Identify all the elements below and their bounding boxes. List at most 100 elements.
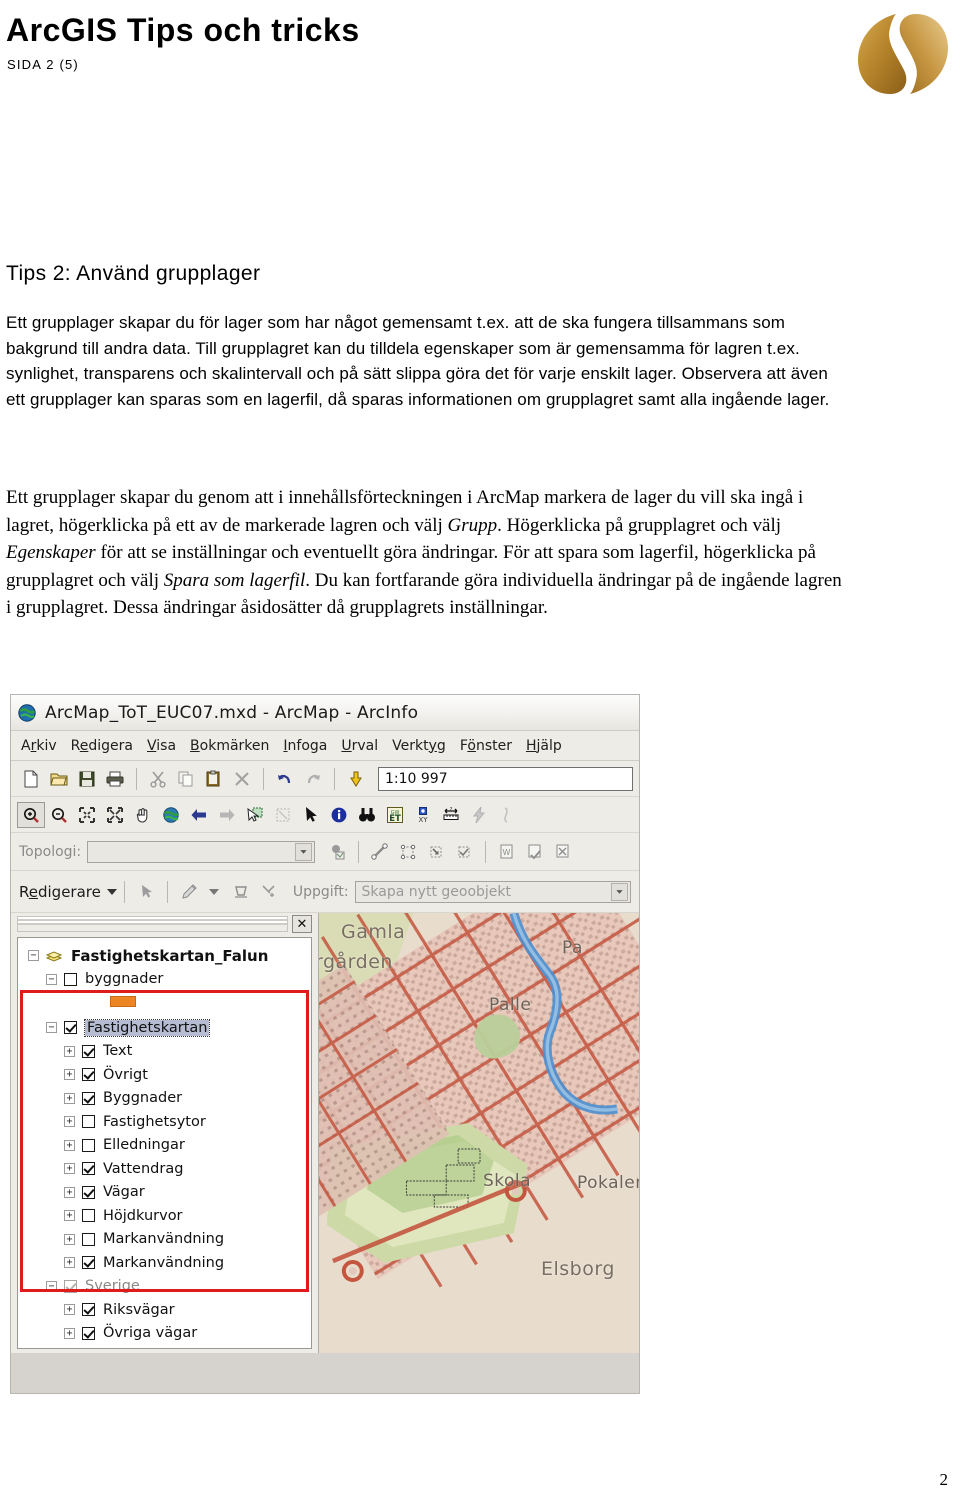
menu-item-arkiv[interactable]: Arkiv — [21, 738, 57, 754]
menu-item-hjalp[interactable]: Hjälp — [526, 738, 562, 754]
hyperlink-icon[interactable] — [465, 802, 493, 828]
menu-item-verktyg[interactable]: Verktyg — [392, 738, 446, 754]
print-icon[interactable] — [101, 766, 129, 792]
paste-clipboard-icon[interactable] — [200, 766, 228, 792]
measure-icon[interactable]: ? — [437, 802, 465, 828]
expand-expander-icon[interactable]: + — [64, 1045, 75, 1057]
expand-expander-icon[interactable]: + — [64, 1163, 75, 1175]
data-frame-fastighetskartan-falun[interactable]: − Fastighetskartan_Falun — [18, 944, 311, 968]
edit-arrow-icon[interactable] — [132, 879, 160, 905]
expand-expander-icon[interactable]: + — [64, 1186, 75, 1198]
validate-selection-icon[interactable] — [450, 839, 478, 865]
layer-tree[interactable]: − Fastighetskartan_Falun − byggnader − F… — [17, 937, 312, 1349]
layer-elledningar[interactable]: + Elledningar — [18, 1134, 311, 1158]
go-to-xy-icon[interactable]: XY — [409, 802, 437, 828]
collapse-expander-icon[interactable]: − — [46, 973, 57, 985]
layer-visibility-checkbox[interactable] — [82, 1209, 95, 1223]
layer-vagar[interactable]: + Vägar — [18, 1181, 311, 1205]
layer-visibility-checkbox[interactable] — [82, 1185, 95, 1199]
map-scale-combo[interactable]: 1:10 997 — [378, 766, 633, 791]
layer-text[interactable]: + Text — [18, 1040, 311, 1064]
layer-visibility-checkbox[interactable] — [82, 1044, 95, 1058]
group-layer-sverige[interactable]: − Sverige — [18, 1275, 311, 1299]
delete-x-icon[interactable] — [228, 766, 256, 792]
layer-visibility-checkbox[interactable] — [82, 1162, 95, 1176]
map-canvas[interactable]: Gamla rgården Pa Palle Skola Pokalen Els… — [319, 913, 639, 1353]
find-binoculars-icon[interactable] — [353, 802, 381, 828]
topology-combo[interactable] — [87, 840, 316, 863]
group-layer-fastighetskartan[interactable]: − Fastighetskartan — [18, 1016, 311, 1040]
layer-visibility-checkbox[interactable] — [82, 1138, 95, 1152]
undo-arrow-icon[interactable] — [271, 766, 299, 792]
expand-expander-icon[interactable]: + — [64, 1139, 75, 1151]
layer-visibility-checkbox[interactable] — [82, 1303, 95, 1317]
cut-scissors-icon[interactable] — [144, 766, 172, 792]
layer-byggnader[interactable]: − byggnader — [18, 968, 311, 992]
layer-visibility-checkbox[interactable] — [82, 1232, 95, 1246]
layer-visibility-checkbox[interactable] — [82, 1068, 95, 1082]
layer-fastighetsytor[interactable]: + Fastighetsytor — [18, 1110, 311, 1134]
full-extent-globe-icon[interactable] — [157, 802, 185, 828]
layer-visibility-checkbox[interactable] — [64, 1021, 77, 1035]
show-shared-features-icon[interactable] — [422, 839, 450, 865]
expand-expander-icon[interactable]: + — [64, 1233, 75, 1245]
menu-item-bokmarken[interactable]: Bokmärken — [190, 738, 269, 754]
menu-item-redigera[interactable]: Redigera — [71, 738, 133, 754]
layer-vattendrag[interactable]: + Vattendrag — [18, 1157, 311, 1181]
layer-visibility-checkbox[interactable] — [64, 972, 77, 986]
fixed-zoom-out-icon[interactable] — [101, 802, 129, 828]
select-features-icon[interactable] — [241, 802, 269, 828]
add-data-icon[interactable] — [342, 766, 370, 792]
layer-ovriga-vagar[interactable]: + Övriga vägar — [18, 1322, 311, 1346]
et-geowizards-icon[interactable]: GW ET — [381, 802, 409, 828]
menu-item-urval[interactable]: Urval — [341, 738, 378, 754]
chevron-down-icon[interactable] — [208, 888, 219, 895]
layer-visibility-checkbox[interactable] — [64, 1279, 77, 1293]
sketch-pencil-icon[interactable] — [175, 879, 203, 905]
cut-polygon-icon[interactable] — [227, 879, 255, 905]
open-folder-icon[interactable] — [45, 766, 73, 792]
menu-item-infoga[interactable]: Infoga — [283, 738, 327, 754]
topology-map-icon[interactable] — [323, 839, 351, 865]
validate-extent-icon[interactable] — [549, 839, 577, 865]
pan-hand-icon[interactable] — [129, 802, 157, 828]
copy-icon[interactable] — [172, 766, 200, 792]
panel-drag-grip[interactable] — [17, 916, 288, 932]
layer-visibility-checkbox[interactable] — [82, 1256, 95, 1270]
select-elements-arrow-icon[interactable] — [297, 802, 325, 828]
collapse-expander-icon[interactable]: − — [28, 950, 39, 962]
close-icon[interactable]: ✕ — [292, 915, 312, 933]
forward-extent-arrow-icon[interactable] — [213, 802, 241, 828]
chevron-down-icon[interactable] — [611, 882, 628, 901]
construct-features-icon[interactable] — [366, 839, 394, 865]
editor-menu-button[interactable]: Redigerare — [19, 883, 101, 901]
collapse-expander-icon[interactable]: − — [46, 1280, 57, 1292]
new-document-icon[interactable] — [17, 766, 45, 792]
back-extent-arrow-icon[interactable] — [185, 802, 213, 828]
zoom-in-icon[interactable] — [17, 801, 45, 828]
identify-info-icon[interactable] — [325, 802, 353, 828]
topology-edit-icon[interactable] — [394, 839, 422, 865]
layer-markanvandning-1[interactable]: + Markanvändning — [18, 1228, 311, 1252]
expand-expander-icon[interactable]: + — [64, 1304, 75, 1316]
layer-riksvagar[interactable]: + Riksvägar — [18, 1298, 311, 1322]
collapse-expander-icon[interactable]: − — [46, 1022, 57, 1034]
layer-hojdkurvor[interactable]: + Höjdkurvor — [18, 1204, 311, 1228]
layer-visibility-checkbox[interactable] — [82, 1115, 95, 1129]
layer-visibility-checkbox[interactable] — [82, 1326, 95, 1340]
expand-expander-icon[interactable]: + — [64, 1327, 75, 1339]
layer-visibility-checkbox[interactable] — [82, 1091, 95, 1105]
layer-byggnader-2[interactable]: + Byggnader — [18, 1087, 311, 1111]
zoom-out-icon[interactable] — [45, 802, 73, 828]
menu-item-visa[interactable]: Visa — [147, 738, 176, 754]
layer-ovrigt[interactable]: + Övrigt — [18, 1063, 311, 1087]
task-combo[interactable]: Skapa nytt geoobjekt — [354, 880, 631, 903]
expand-expander-icon[interactable]: + — [64, 1257, 75, 1269]
layer-markanvandning-2[interactable]: + Markanvändning — [18, 1251, 311, 1275]
chevron-down-icon[interactable] — [106, 888, 117, 895]
redo-arrow-icon[interactable] — [299, 766, 327, 792]
menu-item-fonster[interactable]: Fönster — [460, 738, 512, 754]
expand-expander-icon[interactable]: + — [64, 1210, 75, 1222]
validate-area-icon[interactable] — [521, 839, 549, 865]
save-icon[interactable] — [73, 766, 101, 792]
